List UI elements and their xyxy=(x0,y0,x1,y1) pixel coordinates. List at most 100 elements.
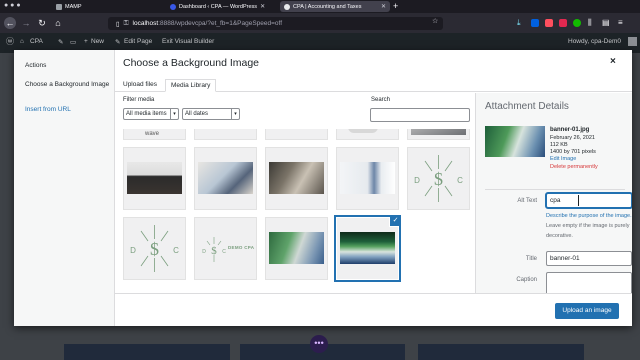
new-content-link[interactable]: New xyxy=(91,38,104,45)
attachment-details-panel: Attachment Details banner-01.jpg Februar… xyxy=(475,93,632,293)
attachment-thumbnail[interactable] xyxy=(265,129,328,140)
attachment-thumbnail-selected[interactable]: ✓ xyxy=(336,217,399,280)
close-tab-icon[interactable]: ✕ xyxy=(381,3,386,10)
alt-text-value: cpa xyxy=(550,197,561,204)
sidebar-icon[interactable]: ▤ xyxy=(602,18,610,27)
page-icon: ▯ xyxy=(116,20,120,28)
text-cursor-icon xyxy=(578,195,579,206)
tab-dashboard[interactable]: Dashboard ‹ CPA — WordPress ✕ xyxy=(166,1,266,12)
chevron-down-icon: ▾ xyxy=(231,109,239,119)
new-tab-button[interactable]: + xyxy=(393,1,398,11)
chevron-down-icon: ▾ xyxy=(170,109,178,119)
svg-text:C: C xyxy=(222,249,226,255)
attachment-filesize: 112 KB xyxy=(550,142,568,148)
attachment-thumbnail[interactable] xyxy=(336,147,399,210)
attachment-thumbnail[interactable] xyxy=(265,147,328,210)
tab-label: MAMP xyxy=(65,3,82,10)
svg-text:$: $ xyxy=(434,169,443,189)
delete-permanently-link[interactable]: Delete permanently xyxy=(550,164,598,171)
extension-icon[interactable] xyxy=(531,19,539,27)
attachment-filename: banner-01.jpg xyxy=(550,127,590,133)
close-tab-icon[interactable]: ✕ xyxy=(260,3,265,10)
bookmark-star-icon[interactable]: ☆ xyxy=(432,17,438,25)
pencil-icon: ✎ xyxy=(115,39,121,46)
tab-strip: ● ● ● MAMP Dashboard ‹ CPA — WordPress ✕… xyxy=(0,0,640,13)
alt-text-help-text: Leave empty if the image is purely decor… xyxy=(546,223,630,239)
builder-options-button[interactable]: ••• xyxy=(310,335,328,353)
reload-icon[interactable]: ↻ xyxy=(36,17,48,29)
alt-text-label: Alt Text xyxy=(517,198,537,204)
exit-visual-builder-link[interactable]: Exit Visual Builder xyxy=(162,38,214,45)
site-name-link[interactable]: CPA xyxy=(30,38,43,45)
tab-upload-files[interactable]: Upload files xyxy=(118,79,162,92)
attachment-thumbnail[interactable] xyxy=(336,129,399,140)
search-input[interactable] xyxy=(370,108,470,122)
thumbnail-image xyxy=(269,232,324,264)
checkmark-icon[interactable]: ✓ xyxy=(390,217,399,226)
howdy-user[interactable]: Howdy, cpa-Dem0 xyxy=(568,38,621,45)
comments-icon[interactable]: ▭ xyxy=(70,38,76,46)
edit-image-link[interactable]: Edit Image xyxy=(550,156,576,163)
alt-text-help-link[interactable]: Describe the purpose of the image. xyxy=(546,213,632,219)
search-label: Search xyxy=(371,97,391,103)
svg-text:$: $ xyxy=(150,239,159,259)
library-icon[interactable]: ⫼ xyxy=(588,18,596,27)
back-icon[interactable]: ← xyxy=(4,17,16,29)
title-input[interactable]: banner-01 xyxy=(546,251,632,266)
extension-icon[interactable] xyxy=(573,19,581,27)
attachment-date: February 26, 2021 xyxy=(550,135,595,141)
thumbnail-image xyxy=(269,162,324,194)
date-select[interactable]: All dates ▾ xyxy=(182,108,240,120)
window-controls[interactable]: ● ● ● xyxy=(4,2,21,9)
attachment-thumbnail[interactable] xyxy=(123,147,186,210)
tab-mamp[interactable]: MAMP xyxy=(52,1,162,12)
url-bar[interactable]: ▯ ⚿ localhost:8888/wpdevcpa/?et_fb=1&Pag… xyxy=(108,17,443,30)
tab-label: CPA | Accounting and Taxes xyxy=(293,3,362,10)
forward-icon[interactable]: → xyxy=(20,17,32,29)
edit-page-link[interactable]: Edit Page xyxy=(124,38,152,45)
url-path: :8888/wpdevcpa/?et_fb=1&PageSpeed=off xyxy=(158,20,283,27)
close-icon[interactable]: × xyxy=(610,56,616,67)
tab-cpa[interactable]: CPA | Accounting and Taxes ✕ xyxy=(280,1,390,12)
media-toolbar: Upload an image xyxy=(115,293,632,326)
thumbnail-image xyxy=(340,162,395,194)
caption-textarea[interactable] xyxy=(546,272,632,293)
home-icon[interactable]: ⌂ xyxy=(52,17,64,29)
attachment-thumbnail[interactable]: $ D C xyxy=(407,147,470,210)
menu-item-choose-background[interactable]: Choose a Background Image xyxy=(25,81,113,89)
menu-item-insert-from-url[interactable]: Insert from URL xyxy=(25,106,71,114)
customize-icon[interactable]: ✎ xyxy=(58,38,63,46)
cpa-logo-mark: $ D C xyxy=(414,155,463,202)
attachment-thumbnail[interactable]: wave xyxy=(123,129,186,140)
download-icon[interactable]: ⤓ xyxy=(517,19,525,27)
svg-text:D: D xyxy=(414,176,420,185)
url-host: localhost xyxy=(132,20,159,27)
divider xyxy=(485,189,625,190)
attachment-thumbnail[interactable]: $ D C DEMO CPA xyxy=(194,217,257,280)
mamp-favicon-icon xyxy=(56,3,62,10)
attachments-grid: wave $ D C $ D C $ D C DEMO CPA ✓ xyxy=(123,129,473,293)
thumbnail-image xyxy=(340,232,395,264)
tab-media-library[interactable]: Media Library xyxy=(165,79,217,92)
alt-text-input[interactable]: cpa xyxy=(546,193,632,208)
title-value: banner-01 xyxy=(550,255,580,262)
extension-icon[interactable] xyxy=(545,19,553,27)
extension-icon[interactable] xyxy=(559,19,567,27)
attachment-thumbnail[interactable] xyxy=(265,217,328,280)
media-modal: Actions Choose a Background Image Insert… xyxy=(14,50,632,326)
attachment-thumbnail[interactable]: $ D C xyxy=(123,217,186,280)
attachment-thumbnail[interactable] xyxy=(194,129,257,140)
thumbnail-image xyxy=(198,162,253,194)
attachment-thumbnail[interactable] xyxy=(194,147,257,210)
attachment-thumbnail[interactable] xyxy=(407,129,470,140)
menu-icon[interactable]: ≡ xyxy=(618,18,626,27)
wordpress-logo-icon[interactable]: ⓦ xyxy=(6,36,14,47)
upload-image-button[interactable]: Upload an image xyxy=(555,303,619,319)
media-type-select[interactable]: All media items ▾ xyxy=(123,108,179,120)
svg-text:D: D xyxy=(130,246,136,255)
avatar[interactable] xyxy=(628,37,637,46)
thumbnail-image xyxy=(348,129,378,133)
filter-media-label: Filter media xyxy=(123,97,155,103)
media-menu: Actions Choose a Background Image Insert… xyxy=(14,50,115,326)
svg-text:$: $ xyxy=(211,245,217,257)
